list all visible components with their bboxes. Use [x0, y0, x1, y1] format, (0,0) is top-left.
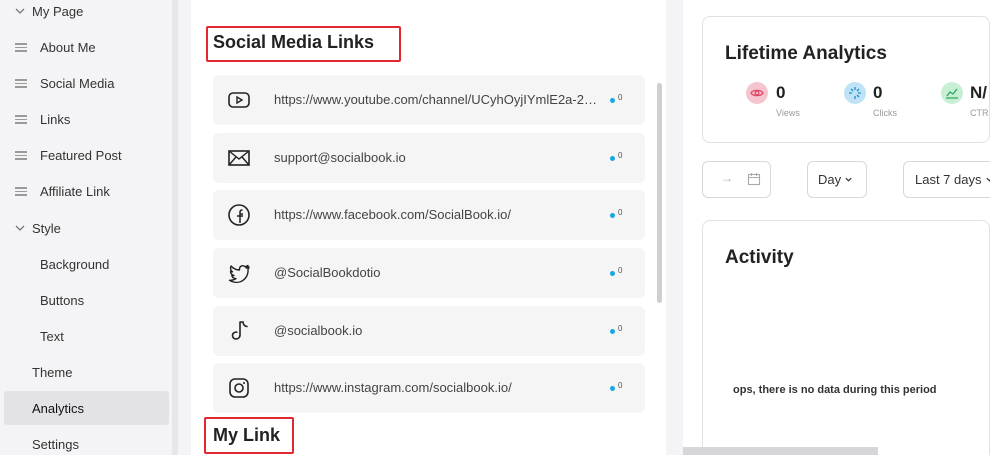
tiktok-icon [227, 319, 251, 343]
chevron-down-icon [985, 175, 990, 184]
social-links-panel: Social Media Links https://www.youtube.c… [191, 0, 666, 455]
ctr-value: N/ [970, 83, 987, 102]
click-count: 0 [618, 324, 623, 333]
twitter-icon [227, 261, 251, 285]
my-link-heading: My Link [213, 425, 281, 445]
sidebar-section-style[interactable]: Style [4, 211, 169, 245]
sidebar: My Page About Me Social Media Links Feat… [0, 0, 178, 455]
social-link-url: support@socialbook.io [274, 150, 406, 165]
sidebar-item-theme[interactable]: Theme [4, 355, 169, 389]
clicks-label: Clicks [873, 108, 897, 118]
social-link-row[interactable]: support@socialbook.io 0 [213, 133, 645, 183]
sidebar-section-my-page[interactable]: My Page [4, 0, 169, 28]
sidebar-item-label: Social Media [40, 75, 115, 91]
social-link-url: https://www.instagram.com/socialbook.io/ [274, 380, 512, 395]
empty-state-message: ops, there is no data during this period [733, 384, 937, 396]
sidebar-item-label: Affiliate Link [40, 183, 110, 199]
instagram-icon [227, 376, 251, 400]
social-link-row[interactable]: @socialbook.io 0 [213, 306, 645, 356]
clicks-value: 0 [873, 83, 883, 102]
sidebar-item-links[interactable]: Links [4, 102, 169, 136]
sidebar-item-buttons[interactable]: Buttons [4, 283, 169, 317]
social-link-url: @SocialBookdotio [274, 265, 381, 280]
chart-icon [941, 82, 963, 104]
sidebar-item-label: Background [40, 256, 110, 272]
lifetime-analytics-card: Lifetime Analytics 0 Views 0 Clicks N/ C… [702, 16, 990, 143]
status-dot [610, 271, 615, 276]
sidebar-item-label: Featured Post [40, 147, 122, 163]
ctr-label: CTR [970, 108, 989, 118]
interval-select[interactable]: Day [807, 161, 867, 198]
facebook-icon [227, 203, 251, 227]
social-link-url: https://www.youtube.com/channel/UCyhOyjI… [274, 92, 606, 107]
arrow-right-icon: → [721, 171, 733, 185]
click-count: 0 [618, 208, 623, 217]
views-value: 0 [776, 83, 786, 102]
range-select[interactable]: Last 7 days [903, 161, 990, 198]
sidebar-item-social-media[interactable]: Social Media [4, 66, 169, 100]
sidebar-item-featured-post[interactable]: Featured Post [4, 138, 169, 172]
activity-title: Activity [725, 247, 794, 268]
sidebar-item-text[interactable]: Text [4, 319, 169, 353]
click-count: 0 [618, 93, 623, 102]
sidebar-item-label: Analytics [32, 400, 85, 416]
date-range-picker[interactable]: → [702, 161, 771, 198]
sidebar-item-affiliate-link[interactable]: Affiliate Link [4, 174, 169, 208]
social-link-row[interactable]: @SocialBookdotio 0 [213, 248, 645, 298]
sidebar-item-label: Text [40, 328, 64, 344]
sidebar-item-label: Settings [32, 436, 79, 452]
status-dot [610, 386, 615, 391]
interval-select-value: Day [818, 172, 842, 187]
drag-handle-icon[interactable] [15, 185, 27, 197]
views-label: Views [776, 108, 800, 118]
sidebar-scrollbar[interactable] [172, 0, 178, 455]
social-link-url: https://www.facebook.com/SocialBook.io/ [274, 207, 512, 222]
sidebar-item-label: Theme [32, 364, 73, 380]
chevron-down-icon [844, 175, 853, 184]
sidebar-item-background[interactable]: Background [4, 247, 169, 281]
panel-scrollbar[interactable] [657, 83, 662, 303]
sidebar-item-label: Buttons [40, 292, 85, 308]
click-count: 0 [618, 381, 623, 390]
social-link-row[interactable]: https://www.facebook.com/SocialBook.io/ … [213, 190, 645, 240]
activity-card: Activity ops, there is no data during th… [702, 220, 990, 455]
chevron-down-icon [14, 5, 26, 17]
status-dot [610, 213, 615, 218]
drag-handle-icon[interactable] [15, 41, 27, 53]
social-link-row[interactable]: https://www.youtube.com/channel/UCyhOyjI… [213, 75, 645, 125]
calendar-icon [747, 172, 761, 189]
mail-icon [227, 146, 251, 170]
horizontal-scrollbar[interactable] [683, 447, 878, 455]
sidebar-item-label: Links [40, 111, 71, 127]
youtube-icon [227, 88, 251, 112]
social-link-row[interactable]: https://www.instagram.com/socialbook.io/… [213, 363, 645, 413]
drag-handle-icon[interactable] [15, 77, 27, 89]
status-dot [610, 98, 615, 103]
drag-handle-icon[interactable] [15, 149, 27, 161]
status-dot [610, 156, 615, 161]
range-select-value: Last 7 days [915, 172, 982, 187]
status-dot [610, 329, 615, 334]
sidebar-item-about-me[interactable]: About Me [4, 30, 169, 64]
click-icon [844, 82, 866, 104]
sidebar-item-label: My Page [32, 3, 84, 19]
eye-icon [746, 82, 768, 104]
click-count: 0 [618, 151, 623, 160]
click-count: 0 [618, 266, 623, 275]
social-link-url: @socialbook.io [274, 323, 363, 338]
card-title: Lifetime Analytics [725, 43, 887, 64]
chevron-down-icon [14, 222, 26, 234]
sidebar-item-label: Style [32, 220, 61, 236]
social-links-heading: Social Media Links [213, 32, 375, 52]
sidebar-item-settings[interactable]: Settings [4, 427, 169, 455]
drag-handle-icon[interactable] [15, 113, 27, 125]
sidebar-item-analytics[interactable]: Analytics [4, 391, 169, 425]
sidebar-item-label: About Me [40, 39, 96, 55]
